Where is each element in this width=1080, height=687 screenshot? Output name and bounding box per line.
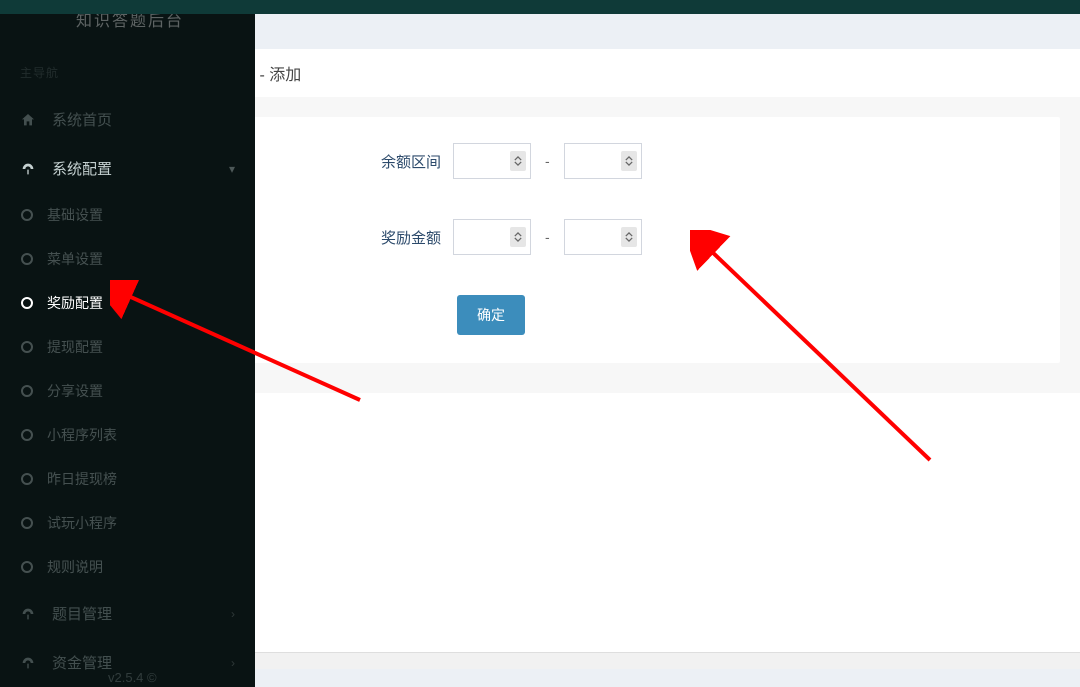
nav-group: 系统首页 系统配置 ▾ 基础设置 菜单设置 奖励配置 <box>0 95 255 677</box>
circle-icon <box>21 253 33 265</box>
subnav-item-rules-description[interactable]: 规则说明 <box>0 545 255 589</box>
subnav-item-basic-settings[interactable]: 基础设置 <box>0 193 255 237</box>
circle-icon <box>21 517 33 529</box>
sidebar-section-label: 主导航 <box>0 48 255 95</box>
subnav-item-yesterday-withdraw-rank[interactable]: 昨日提现榜 <box>0 457 255 501</box>
subnav-item-trial-miniprogram[interactable]: 试玩小程序 <box>0 501 255 545</box>
form-card: 余额区间 - <box>255 117 1060 363</box>
subnav-item-label: 昨日提现榜 <box>47 469 117 489</box>
subnav-item-withdraw-config[interactable]: 提现配置 <box>0 325 255 369</box>
subnav-item-label: 试玩小程序 <box>47 513 117 533</box>
spinner-icon[interactable] <box>510 227 526 247</box>
chevron-right-icon: › <box>231 656 235 670</box>
circle-icon <box>21 385 33 397</box>
content-area: 奖励配置 - 添加 余额区间 - <box>255 14 1080 687</box>
subnav-system-config: 基础设置 菜单设置 奖励配置 提现配置 分享设置 小程序列表 <box>0 193 255 589</box>
chevron-down-icon: ▾ <box>229 162 235 176</box>
nav-item-label: 题目管理 <box>52 603 217 624</box>
horizontal-scrollbar[interactable]: ▴ <box>255 652 1080 669</box>
circle-icon <box>21 561 33 573</box>
spinner-icon[interactable] <box>621 227 637 247</box>
brand-title: 知识答题后台 <box>0 14 255 41</box>
subnav-item-label: 小程序列表 <box>47 425 117 445</box>
circle-icon <box>21 209 33 221</box>
subnav-item-miniprogram-list[interactable]: 小程序列表 <box>0 413 255 457</box>
nav-item-home[interactable]: 系统首页 <box>0 95 255 144</box>
dashboard-icon <box>18 161 38 177</box>
nav-item-system-config[interactable]: 系统配置 ▾ <box>0 144 255 193</box>
modal-panel: 奖励配置 - 添加 余额区间 - <box>255 49 1080 669</box>
nav-item-label: 系统首页 <box>52 109 235 130</box>
balance-min-input[interactable] <box>453 143 531 179</box>
circle-icon <box>21 297 33 309</box>
home-icon <box>18 112 38 128</box>
subnav-item-share-settings[interactable]: 分享设置 <box>0 369 255 413</box>
subnav-item-label: 奖励配置 <box>47 293 103 313</box>
subnav-item-menu-settings[interactable]: 菜单设置 <box>0 237 255 281</box>
form-row-balance-range: 余额区间 - <box>255 143 1040 179</box>
dashboard-icon <box>18 655 38 671</box>
circle-icon <box>21 341 33 353</box>
balance-max-input[interactable] <box>564 143 642 179</box>
spinner-icon[interactable] <box>510 151 526 171</box>
subnav-item-label: 基础设置 <box>47 205 103 225</box>
sidebar: 知识答题后台 主导航 系统首页 系统配置 ▾ 基础设置 菜单设置 <box>0 14 255 687</box>
circle-icon <box>21 429 33 441</box>
modal-title: 奖励配置 - 添加 <box>255 49 1080 97</box>
spinner-icon[interactable] <box>621 151 637 171</box>
range-separator: - <box>543 153 552 169</box>
reward-min-input[interactable] <box>453 219 531 255</box>
submit-button[interactable]: 确定 <box>457 295 525 335</box>
chevron-right-icon: › <box>231 607 235 621</box>
nav-item-label: 系统配置 <box>52 158 215 179</box>
subnav-item-reward-config[interactable]: 奖励配置 <box>0 281 255 325</box>
range-separator: - <box>543 229 552 245</box>
nav-item-question-manage[interactable]: 题目管理 › <box>0 589 255 638</box>
button-row: 确定 <box>255 295 1040 335</box>
reward-max-input[interactable] <box>564 219 642 255</box>
form-label-reward-amount: 奖励金额 <box>255 227 441 248</box>
circle-icon <box>21 473 33 485</box>
topbar <box>0 0 1080 14</box>
form-row-reward-amount: 奖励金额 - <box>255 219 1040 255</box>
subnav-item-label: 菜单设置 <box>47 249 103 269</box>
modal-body: 余额区间 - <box>255 97 1080 393</box>
dashboard-icon <box>18 606 38 622</box>
subnav-item-label: 提现配置 <box>47 337 103 357</box>
form-label-balance-range: 余额区间 <box>255 151 441 172</box>
subnav-item-label: 分享设置 <box>47 381 103 401</box>
version-text: v2.5.4 © <box>18 670 157 685</box>
subnav-item-label: 规则说明 <box>47 557 103 577</box>
